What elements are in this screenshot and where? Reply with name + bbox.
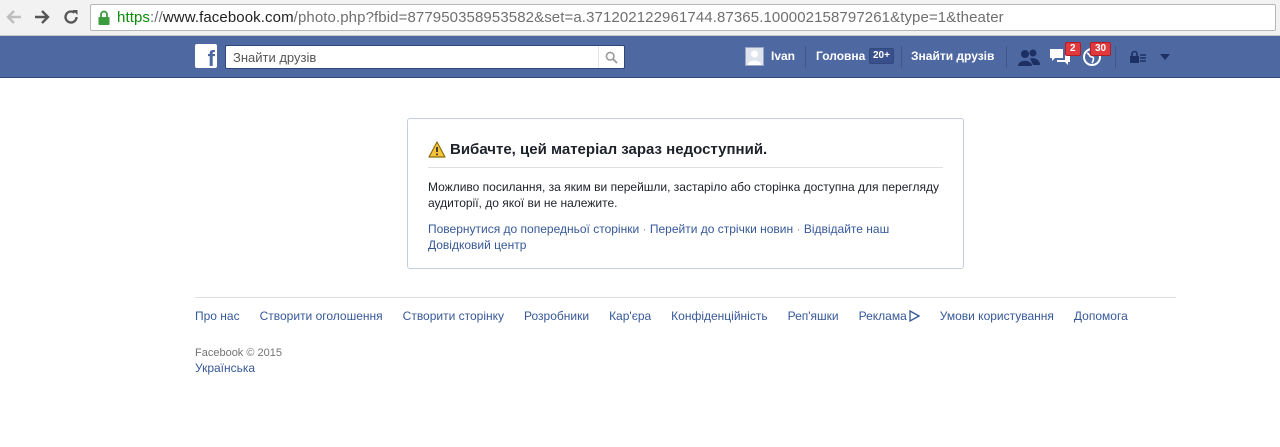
nav-divider bbox=[1006, 46, 1007, 68]
url-path: /photo.php?fbid=877950358953582&set=a.37… bbox=[293, 9, 1004, 26]
ad-choices-icon bbox=[909, 310, 920, 322]
footer-link-about[interactable]: Про нас bbox=[195, 309, 240, 323]
facebook-logo[interactable]: f bbox=[195, 44, 217, 71]
url-text: https://www.facebook.com/photo.php?fbid=… bbox=[117, 9, 1004, 26]
footer-divider bbox=[195, 297, 1176, 298]
search-input[interactable] bbox=[226, 46, 596, 68]
nav-divider bbox=[805, 46, 806, 68]
copyright-text: Facebook © 2015 bbox=[195, 347, 282, 359]
error-message: Можливо посилання, за яким ви перейшли, … bbox=[428, 180, 939, 210]
footer-link-help[interactable]: Допомога bbox=[1074, 309, 1128, 323]
messages-button[interactable]: 2 bbox=[1048, 42, 1081, 69]
search-box bbox=[225, 45, 625, 69]
notifications-count-badge: 30 bbox=[1090, 42, 1112, 56]
link-separator: · bbox=[642, 222, 647, 236]
friend-requests-button[interactable] bbox=[1017, 45, 1041, 69]
nav-divider bbox=[1115, 46, 1116, 68]
profile-link[interactable]: Ivan bbox=[771, 49, 795, 63]
nav-divider bbox=[901, 46, 902, 68]
error-header: Вибачте, цей матеріал зараз недоступний. bbox=[428, 140, 943, 168]
back-to-previous-link[interactable]: Повернутися до попередньої сторінки bbox=[428, 222, 639, 236]
friends-icon bbox=[1018, 49, 1040, 66]
padlock-icon bbox=[98, 10, 110, 25]
account-menu-button[interactable] bbox=[1153, 45, 1177, 69]
forward-arrow-icon bbox=[35, 10, 50, 24]
privacy-shortcuts-button[interactable] bbox=[1126, 45, 1150, 69]
url-separator: :// bbox=[150, 9, 163, 26]
footer-link-ad-choices-label: Реклама bbox=[858, 309, 907, 323]
footer-link-cookies[interactable]: Реп'яшки bbox=[788, 309, 839, 323]
footer-link-developers[interactable]: Розробники bbox=[524, 309, 589, 323]
link-separator: · bbox=[796, 222, 801, 236]
url-scheme: https bbox=[117, 9, 151, 26]
lock-icon bbox=[1130, 50, 1146, 63]
reload-button[interactable] bbox=[60, 6, 82, 28]
error-dialog: Вибачте, цей матеріал зараз недоступний.… bbox=[407, 118, 964, 269]
chevron-down-icon bbox=[1160, 54, 1170, 60]
profile-silhouette-icon bbox=[748, 50, 761, 65]
home-count-badge: 20+ bbox=[869, 48, 894, 64]
back-arrow-icon bbox=[6, 10, 21, 24]
facebook-header: f Ivan Головна 20+ Знайти друзів 2 30 bbox=[0, 36, 1280, 78]
reload-icon bbox=[64, 10, 78, 24]
url-host: www.facebook.com bbox=[162, 9, 294, 26]
footer-link-create-page[interactable]: Створити сторінку bbox=[403, 309, 504, 323]
search-button[interactable] bbox=[598, 46, 624, 68]
error-title: Вибачте, цей матеріал зараз недоступний. bbox=[450, 141, 768, 158]
footer-link-careers[interactable]: Кар'єра bbox=[609, 309, 651, 323]
footer-link-ad-choices[interactable]: Реклама bbox=[859, 309, 920, 323]
home-link[interactable]: Головна bbox=[816, 49, 865, 63]
search-icon bbox=[605, 51, 618, 64]
back-button[interactable] bbox=[3, 6, 25, 28]
footer-link-terms[interactable]: Умови користування bbox=[940, 309, 1054, 323]
notifications-button[interactable]: 30 bbox=[1080, 42, 1112, 69]
find-friends-link[interactable]: Знайти друзів bbox=[911, 49, 994, 63]
error-links: Повернутися до попередньої сторінки · Пе… bbox=[428, 221, 948, 253]
footer-link-privacy[interactable]: Конфіденційність bbox=[671, 309, 767, 323]
news-feed-link[interactable]: Перейти до стрічки новин bbox=[650, 222, 793, 236]
footer-links: Про нас Створити оголошення Створити сто… bbox=[195, 309, 1148, 323]
language-link[interactable]: Українська bbox=[195, 361, 255, 375]
forward-button[interactable] bbox=[31, 6, 53, 28]
browser-toolbar: https://www.facebook.com/photo.php?fbid=… bbox=[0, 0, 1280, 36]
avatar[interactable] bbox=[745, 47, 764, 66]
address-bar[interactable]: https://www.facebook.com/photo.php?fbid=… bbox=[90, 4, 1276, 31]
footer-link-create-ad[interactable]: Створити оголошення bbox=[260, 309, 383, 323]
messages-count-badge: 2 bbox=[1065, 42, 1081, 56]
logo-letter: f bbox=[207, 46, 215, 71]
warning-icon bbox=[428, 141, 446, 158]
